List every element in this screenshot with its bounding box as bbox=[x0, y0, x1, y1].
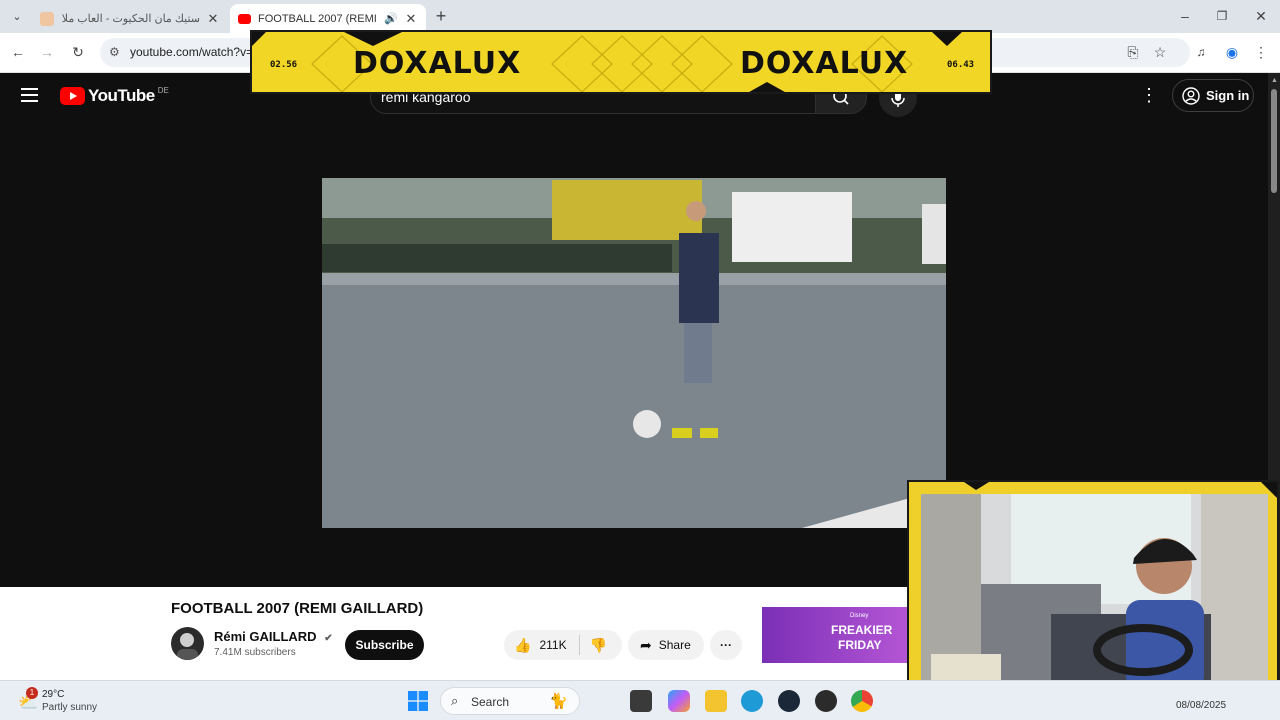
stream-banner-overlay: DOXALUX DOXALUX 02.56 06.43 bbox=[250, 30, 992, 94]
account-icon bbox=[1182, 87, 1200, 105]
window-close-icon[interactable]: ✕ bbox=[1250, 5, 1272, 27]
video-title: FOOTBALL 2007 (REMI GAILLARD) bbox=[171, 600, 424, 617]
search-highlight-icon: 🐈 bbox=[549, 693, 568, 710]
channel-name[interactable]: Rémi GAILLARD ✔ bbox=[214, 629, 333, 644]
more-options-icon[interactable]: ⋮ bbox=[1140, 85, 1158, 106]
channel-avatar[interactable] bbox=[171, 627, 204, 660]
banner-left-number: 02.56 bbox=[270, 60, 298, 70]
region-code: DE bbox=[157, 86, 169, 95]
like-count[interactable]: 211K bbox=[539, 638, 566, 652]
banner-left-text: DOXALUX bbox=[353, 46, 522, 81]
channel-name-text: Rémi GAILLARD bbox=[214, 629, 317, 644]
youtube-play-icon bbox=[60, 87, 85, 105]
obs-icon[interactable] bbox=[815, 690, 837, 712]
tab-title: FOOTBALL 2007 (REMI GAILLARD) bbox=[258, 12, 380, 25]
new-tab-button[interactable]: + bbox=[430, 5, 452, 27]
webcam-feed bbox=[921, 494, 1268, 690]
promo-banner[interactable]: Disney FREAKIER FRIDAY bbox=[762, 607, 912, 663]
verified-badge-icon: ✔ bbox=[324, 633, 333, 644]
taskbar-date: 08/08/2025 bbox=[1176, 700, 1227, 711]
taskbar-search[interactable]: ⌕ Search 🐈 bbox=[440, 687, 580, 715]
windows-taskbar: ⛅ 1 29°C Partly sunny ⌕ Search 🐈 08/08/2… bbox=[0, 680, 1280, 720]
back-arrow-icon[interactable]: ← bbox=[7, 41, 29, 63]
close-tab-icon[interactable]: ✕ bbox=[404, 11, 418, 27]
copilot-icon[interactable] bbox=[668, 690, 690, 712]
browser-menu-icon[interactable]: ⋮ bbox=[1250, 41, 1272, 63]
weather-temp: 29°C bbox=[42, 689, 65, 700]
video-player[interactable] bbox=[322, 178, 946, 528]
file-explorer-icon[interactable] bbox=[705, 690, 727, 712]
search-icon: ⌕ bbox=[451, 693, 459, 708]
close-tab-icon[interactable]: ✕ bbox=[206, 11, 220, 27]
edge-browser-icon[interactable] bbox=[741, 690, 763, 712]
banner-right-number: 06.43 bbox=[947, 60, 975, 70]
youtube-logo-text: YouTube bbox=[88, 86, 155, 105]
webcam-image bbox=[921, 494, 1268, 690]
taskbar-search-label: Search bbox=[471, 695, 510, 709]
subscribe-button[interactable]: Subscribe bbox=[345, 630, 424, 660]
browser-tab-bar: ⌄ ستيك مان الحكيوت - العاب ملاعب ✕ FOOTB… bbox=[0, 0, 1280, 33]
url-text: youtube.com/watch?v= bbox=[130, 45, 254, 59]
share-button[interactable]: ➦ Share bbox=[628, 630, 704, 660]
promo-line1: FREAKIER bbox=[831, 623, 893, 637]
scroll-up-icon[interactable]: ▲ bbox=[1271, 77, 1278, 84]
sign-in-label: Sign in bbox=[1206, 88, 1250, 103]
maximize-icon[interactable]: ❐ bbox=[1211, 5, 1233, 27]
weather-badge: 1 bbox=[26, 687, 38, 699]
scrollbar-thumb[interactable] bbox=[1271, 89, 1277, 193]
banner-right-text: DOXALUX bbox=[740, 46, 909, 81]
video-frame bbox=[322, 178, 946, 528]
windows-start-icon[interactable] bbox=[408, 691, 428, 711]
weather-desc: Partly sunny bbox=[42, 702, 98, 713]
steam-icon[interactable] bbox=[778, 690, 800, 712]
task-view-icon[interactable] bbox=[630, 690, 652, 712]
audio-playing-icon[interactable]: 🔊 bbox=[384, 12, 398, 25]
promo-line2: FRIDAY bbox=[838, 638, 882, 652]
tab-football-2007[interactable]: FOOTBALL 2007 (REMI GAILLARD) 🔊 ✕ bbox=[230, 4, 426, 33]
promo-brand: Disney bbox=[850, 613, 869, 619]
bookmark-star-icon[interactable]: ☆ bbox=[1149, 41, 1171, 63]
install-app-icon[interactable]: ⎘ bbox=[1122, 41, 1144, 63]
tab-title: ستيك مان الحكيوت - العاب ملاعب bbox=[61, 13, 200, 25]
reload-icon[interactable]: ↻ bbox=[67, 41, 89, 63]
tab-favicon-icon bbox=[40, 11, 54, 26]
profile-icon[interactable]: ◉ bbox=[1221, 41, 1243, 63]
tab-search-dropdown-icon[interactable]: ⌄ bbox=[6, 6, 28, 28]
share-icon: ➦ bbox=[640, 636, 652, 653]
avatar-image bbox=[177, 633, 198, 660]
subscriber-count: 7.41M subscribers bbox=[214, 647, 296, 658]
tab-stickman[interactable]: ستيك مان الحكيوت - العاب ملاعب ✕ bbox=[32, 4, 228, 33]
share-label: Share bbox=[658, 638, 691, 652]
media-controls-icon[interactable]: ♫ bbox=[1190, 41, 1212, 63]
like-icon[interactable]: 👍 bbox=[514, 637, 531, 654]
site-info-icon[interactable]: ⚙ bbox=[109, 45, 120, 59]
youtube-favicon-icon bbox=[238, 13, 251, 24]
more-actions-icon[interactable]: ··· bbox=[710, 630, 742, 660]
forward-arrow-icon[interactable]: → bbox=[36, 41, 58, 63]
webcam-overlay bbox=[907, 480, 1279, 704]
sign-in-button[interactable]: Sign in bbox=[1172, 79, 1254, 112]
dislike-icon[interactable]: 👎 bbox=[590, 637, 607, 654]
weather-widget[interactable]: ⛅ 1 29°C Partly sunny bbox=[16, 687, 126, 717]
like-dislike-group: 👍 211K 👎 bbox=[504, 630, 622, 660]
chrome-icon[interactable] bbox=[851, 690, 873, 712]
youtube-logo[interactable]: YouTube DE bbox=[60, 86, 169, 106]
minimize-icon[interactable]: – bbox=[1174, 5, 1196, 27]
hamburger-menu-icon[interactable] bbox=[21, 88, 38, 102]
